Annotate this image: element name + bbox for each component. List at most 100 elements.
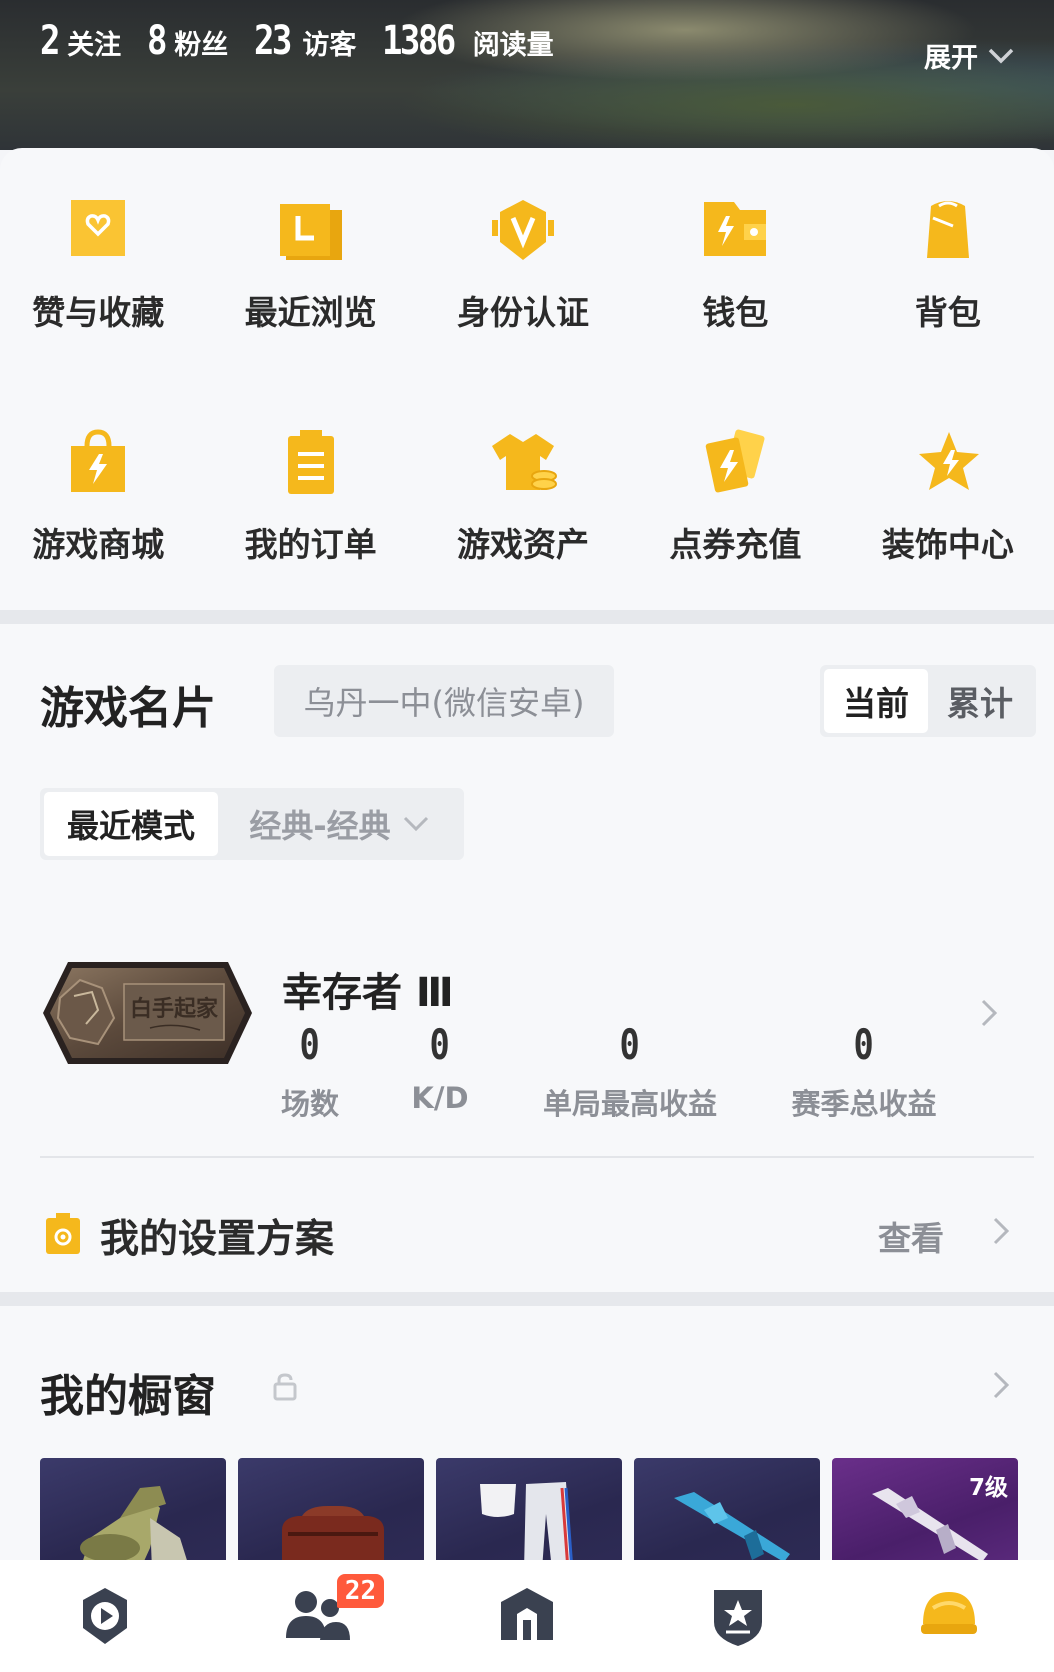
stat-matches: 0 场数 — [262, 1020, 358, 1123]
item-level-badge: 7级 — [968, 1475, 1008, 1501]
stat-label: K/D — [411, 1081, 469, 1115]
stat-label: 粉丝 — [174, 30, 229, 61]
blue-rifle-image — [674, 1492, 790, 1562]
tab-rank[interactable] — [632, 1560, 843, 1672]
stat-label: 访客 — [302, 30, 357, 61]
game-card-title: 游戏名片 — [40, 683, 216, 734]
tshirt-coins-icon — [492, 434, 558, 490]
bottom-tab-bar: 22 — [0, 1560, 1054, 1672]
showcase-item-camo-gear[interactable] — [40, 1458, 226, 1570]
shortcut-identity-verify[interactable]: 身份认证 — [417, 196, 629, 334]
settings-plan-view[interactable]: 查看 — [878, 1212, 944, 1260]
stat-reads[interactable]: 1386 阅读量 — [382, 18, 553, 64]
shortcut-label: 身份认证 — [457, 293, 590, 332]
stat-value: 0 — [853, 1020, 875, 1069]
settings-plan-title: 我的设置方案 — [100, 1217, 335, 1262]
camo-gear-image — [80, 1486, 190, 1570]
shortcut-wallet[interactable]: 钱包 — [629, 196, 841, 334]
shortcut-label: 钱包 — [702, 293, 769, 332]
shortcut-my-orders[interactable]: 我的订单 — [204, 428, 416, 566]
shortcut-label: 我的订单 — [244, 525, 377, 564]
shortcut-label: 游戏商城 — [32, 525, 165, 564]
stat-season-earnings: 0 赛季总收益 — [764, 1020, 964, 1123]
mode-dropdown[interactable]: 经典-经典 — [218, 792, 460, 856]
heart-favorite-icon — [71, 200, 126, 256]
wallet-icon — [704, 202, 767, 256]
chevron-right-icon[interactable] — [992, 1216, 1010, 1246]
rank-badge-text: 白手起家 — [130, 996, 219, 1022]
stat-followers[interactable]: 8 粉丝 — [147, 18, 228, 64]
chevron-down-icon — [988, 48, 1014, 63]
video-play-icon — [83, 1588, 128, 1644]
shortcut-label: 点券充值 — [669, 525, 802, 564]
section-divider — [0, 610, 1054, 624]
voucher-cards-icon — [706, 429, 765, 493]
stat-label: 单局最高收益 — [542, 1087, 717, 1121]
profile-stats: 2 关注 8 粉丝 23 访客 1386 阅读量 — [40, 18, 554, 64]
home-icon — [500, 1588, 553, 1640]
shortcut-label: 装饰中心 — [881, 525, 1014, 564]
stat-label: 关注 — [67, 30, 122, 61]
tab-video[interactable] — [0, 1560, 211, 1672]
shortcut-game-assets[interactable]: 游戏资产 — [417, 428, 629, 566]
toggle-cumulative[interactable]: 累计 — [928, 669, 1032, 733]
server-selector[interactable]: 乌丹一中(微信安卓) — [274, 665, 614, 737]
shortcut-label: 游戏资产 — [457, 525, 590, 564]
chevron-right-icon[interactable] — [980, 998, 998, 1028]
profile-header-banner: 2 关注 8 粉丝 23 访客 1386 阅读量 展开 — [0, 0, 1054, 150]
shortcut-voucher-recharge[interactable]: 点券充值 — [629, 428, 841, 566]
stat-value: 0 — [619, 1020, 641, 1069]
tab-home[interactable] — [422, 1560, 633, 1672]
tab-friends[interactable]: 22 — [211, 1560, 422, 1672]
shortcut-decoration-center[interactable]: 装饰中心 — [842, 428, 1054, 566]
star-decoration-icon — [918, 432, 979, 490]
stat-value: 1386 — [382, 18, 456, 64]
stat-following[interactable]: 2 关注 — [40, 18, 121, 64]
chevron-down-icon — [403, 816, 428, 832]
showcase-item-blue-rifle[interactable] — [634, 1458, 820, 1570]
shortcut-recent-views[interactable]: 最近浏览 — [204, 196, 416, 334]
expand-button[interactable]: 展开 — [924, 36, 1014, 75]
lock-icon — [273, 1373, 297, 1401]
shortcut-likes-favorites[interactable]: 赞与收藏 — [0, 196, 204, 334]
tab-profile[interactable] — [843, 1560, 1054, 1672]
shortcut-grid-row-2: 游戏商城 我的订单 游戏资产 点券充值 装饰中心 — [0, 428, 1054, 566]
stat-label: 阅读量 — [472, 30, 554, 61]
mode-filter: 最近模式 经典-经典 — [40, 788, 464, 860]
backpack-icon — [926, 201, 969, 258]
shortcut-label: 背包 — [914, 293, 981, 332]
showcase-item-leather-bag[interactable] — [238, 1458, 424, 1570]
showcase-item-sport-pants[interactable] — [436, 1458, 622, 1570]
showcase-title: 我的橱窗 — [40, 1371, 216, 1422]
stat-visitors[interactable]: 23 访客 — [254, 18, 356, 64]
showcase-item-silver-rifle[interactable]: 7级 — [832, 1458, 1018, 1570]
section-divider — [0, 1292, 1054, 1306]
stat-label: 赛季总收益 — [791, 1087, 937, 1121]
mode-label: 最近模式 — [44, 792, 218, 856]
shortcut-grid-row-1: 赞与收藏 最近浏览 身份认证 钱包 背包 — [0, 196, 1054, 334]
stat-value: 0 — [429, 1020, 451, 1069]
stat-value: 8 — [147, 18, 167, 64]
shortcut-game-store[interactable]: 游戏商城 — [0, 428, 204, 566]
history-folder-icon — [279, 204, 342, 260]
chevron-right-icon[interactable] — [992, 1370, 1010, 1400]
stat-label: 场数 — [280, 1087, 339, 1121]
verified-v-icon — [492, 200, 555, 260]
shortcut-backpack[interactable]: 背包 — [842, 196, 1054, 334]
toggle-current[interactable]: 当前 — [824, 669, 928, 733]
stats-period-toggle: 当前 累计 — [820, 665, 1036, 737]
rank-shield-icon — [713, 1590, 762, 1646]
mode-value: 经典-经典 — [249, 807, 391, 845]
rank-badge-icon: 白手起家 — [43, 962, 252, 1064]
rank-name: 幸存者 Ⅲ — [282, 970, 454, 1016]
stat-best-match-earnings: 0 单局最高收益 — [530, 1020, 730, 1123]
expand-label: 展开 — [924, 43, 978, 74]
stat-kd: 0 K/D — [392, 1020, 488, 1115]
stat-value: 2 — [40, 18, 60, 64]
sport-pants-image — [480, 1482, 574, 1570]
card-divider — [40, 1156, 1034, 1158]
settings-clipboard-icon — [46, 1213, 80, 1254]
shortcut-label: 最近浏览 — [244, 293, 377, 332]
shortcut-label: 赞与收藏 — [32, 293, 165, 332]
shopping-bag-icon — [71, 429, 126, 492]
